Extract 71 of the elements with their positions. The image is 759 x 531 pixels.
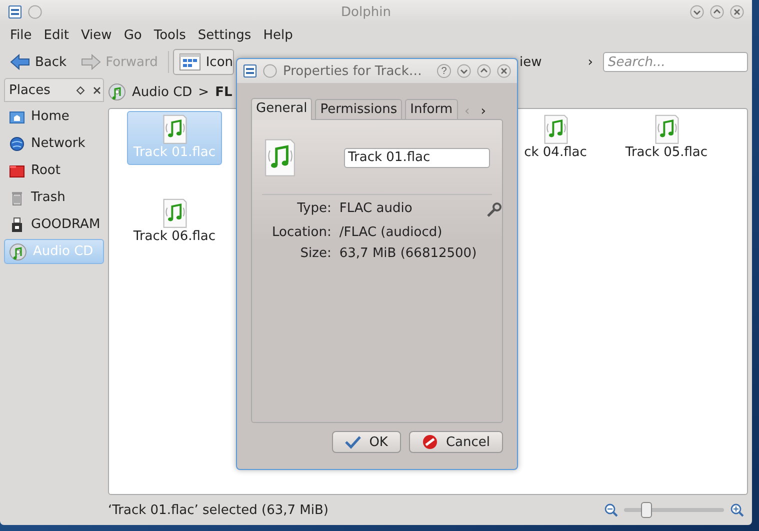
sidebar-item[interactable]: Root: [4, 158, 104, 183]
zoom-out-icon[interactable]: [604, 503, 618, 517]
icons-view-button[interactable]: Icon: [172, 49, 234, 75]
zoom-slider[interactable]: [641, 502, 652, 518]
sidebar-item[interactable]: Network: [4, 131, 104, 156]
tab[interactable]: Inform: [405, 99, 458, 119]
close-icon[interactable]: [497, 64, 511, 78]
field-label: Type:: [296, 200, 332, 218]
checkmark-icon: [345, 435, 362, 449]
audio-file-icon: [262, 138, 298, 178]
status-text: ‘Track 01.flac’ selected (63,7 MiB): [108, 502, 330, 518]
app-icon[interactable]: [8, 5, 22, 19]
track-item[interactable]: Track 05.flac: [619, 111, 714, 165]
preview-button[interactable]: iew: [520, 54, 542, 70]
close-icon[interactable]: [91, 86, 103, 94]
folder-icon: [9, 108, 25, 124]
field-value: /FLAC (audiocd): [339, 224, 444, 240]
cancel-button[interactable]: Cancel: [408, 431, 503, 453]
folder-icon: [9, 162, 25, 178]
breadcrumb-item[interactable]: Audio CD: [132, 84, 192, 100]
menu-item[interactable]: Edit: [38, 28, 75, 42]
breadcrumb-separator: >: [198, 84, 210, 100]
help-button[interactable]: ?: [437, 64, 451, 78]
menu-item[interactable]: Help: [257, 28, 299, 42]
menu-item[interactable]: File: [4, 28, 38, 42]
cd-icon: [9, 242, 27, 260]
audio-file-icon: [542, 114, 570, 145]
tab[interactable]: General: [251, 98, 312, 120]
audio-file-icon: [160, 198, 188, 229]
usb-drive-icon: [9, 216, 25, 232]
arrow-right-icon: [80, 54, 101, 70]
sidebar-item[interactable]: Trash: [4, 185, 104, 210]
track-item[interactable]: Track 06.flac: [127, 195, 222, 249]
audio-file-icon: [160, 114, 188, 145]
field-label: Location:: [272, 224, 332, 240]
cancel-icon: [422, 434, 438, 450]
menu-item[interactable]: Tools: [148, 28, 192, 42]
cd-icon: [108, 83, 126, 101]
minimize-icon[interactable]: [457, 64, 471, 78]
window-title: Dolphin: [340, 4, 392, 20]
app-icon[interactable]: [243, 64, 257, 78]
search-field[interactable]: Search...: [603, 52, 748, 72]
trash-icon: [9, 190, 25, 206]
menu-item[interactable]: Go: [118, 28, 148, 42]
field-value: FLAC audio: [339, 200, 414, 218]
tab[interactable]: Permissions: [315, 99, 402, 119]
ok-button[interactable]: OK: [332, 431, 401, 453]
audio-file-icon: [652, 114, 680, 145]
back-button[interactable]: Back: [4, 50, 73, 74]
close-icon[interactable]: [730, 5, 744, 19]
more-button[interactable]: ›: [588, 54, 593, 70]
track-item[interactable]: ck 04.flac: [520, 111, 591, 165]
scroll-right-button[interactable]: ›: [476, 104, 490, 119]
sidebar-item[interactable]: GOODRAM: [4, 212, 104, 237]
menu-item[interactable]: Settings: [192, 28, 258, 42]
sidebar-item[interactable]: Home: [4, 104, 104, 129]
maximize-icon[interactable]: [710, 5, 724, 19]
dialog-title: Properties for Track…: [283, 64, 423, 78]
float-icon[interactable]: [76, 86, 85, 94]
arrow-left-icon: [10, 54, 30, 70]
panel-title: Places: [9, 82, 52, 98]
minimize-icon[interactable]: [690, 5, 704, 19]
grid-icon: [178, 53, 201, 71]
name-field[interactable]: Track 01.flac: [344, 148, 490, 168]
breadcrumb-item[interactable]: FL: [215, 84, 232, 100]
menu-item[interactable]: View: [74, 28, 118, 42]
maximize-icon[interactable]: [477, 64, 491, 78]
zoom-in-icon[interactable]: [730, 503, 744, 517]
globe-icon: [9, 136, 25, 152]
field-label: Size:: [299, 246, 332, 261]
field-value: 63,7 MiB (66812500): [339, 246, 477, 261]
